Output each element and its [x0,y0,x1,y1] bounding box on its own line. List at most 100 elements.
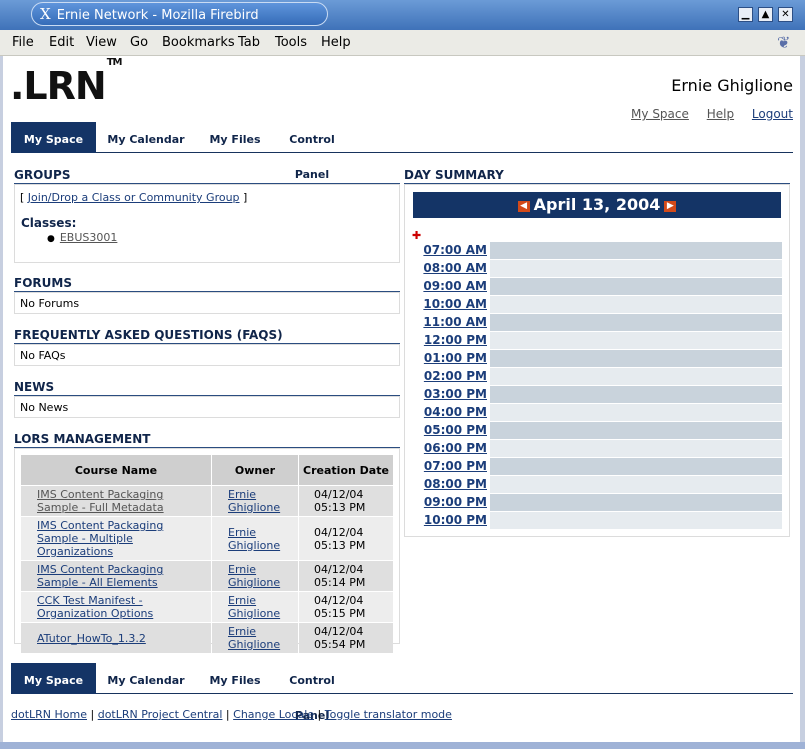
menu-edit[interactable]: Edit [49,35,74,50]
hour-row: 04:00 PM [413,404,782,421]
hour-link[interactable]: 12:00 PM [413,332,489,349]
news-portlet: No News [14,396,400,418]
hour-slot[interactable] [490,350,782,367]
menu-tools[interactable]: Tools [275,35,307,50]
logout-link[interactable]: Logout [752,107,793,121]
menu-go[interactable]: Go [130,35,148,50]
tab-my-files[interactable]: My Files [203,663,267,694]
help-link[interactable]: Help [707,107,734,121]
owner-link[interactable]: Ernie Ghiglione [228,526,280,552]
hour-slot[interactable] [490,440,782,457]
dotlrn-logo: .LRNTM [10,57,122,108]
hour-slot[interactable] [490,476,782,493]
join-drop-link[interactable]: Join/Drop a Class or Community Group [28,191,240,204]
tab-my-space[interactable]: My Space [11,663,96,694]
hour-link[interactable]: 09:00 AM [413,278,489,295]
menu-file[interactable]: File [12,35,34,50]
hour-link[interactable]: 07:00 AM [413,242,489,259]
course-link[interactable]: IMS Content Packaging Sample - Multiple … [37,519,163,558]
hour-link[interactable]: 08:00 AM [413,260,489,277]
hour-link[interactable]: 10:00 PM [413,512,489,529]
class-link-ebus3001[interactable]: EBUS3001 [60,231,118,244]
course-link[interactable]: ATutor_HowTo_1.3.2 [37,632,146,645]
tab-my-files[interactable]: My Files [203,122,267,153]
tab-my-calendar[interactable]: My Calendar [101,663,191,694]
hour-row: 08:00 AM [413,260,782,277]
hour-row: 11:00 AM [413,314,782,331]
menu-view[interactable]: View [86,35,117,50]
hour-slot[interactable] [490,512,782,529]
hour-row: 09:00 AM [413,278,782,295]
maximize-button[interactable]: ▲ [758,7,773,22]
course-link[interactable]: IMS Content Packaging Sample - Full Meta… [37,488,164,514]
hour-link[interactable]: 05:00 PM [413,422,489,439]
footer-toggle-translator[interactable]: Toggle translator mode [325,708,452,721]
footer-links: dotLRN Home | dotLRN Project Central | C… [11,708,452,721]
creation-date: 04/12/04 05:13 PM [299,517,393,560]
owner-link[interactable]: Ernie Ghiglione [228,563,280,589]
footer-dotlrn-home[interactable]: dotLRN Home [11,708,87,721]
hour-row: 10:00 AM [413,296,782,313]
hour-link[interactable]: 09:00 PM [413,494,489,511]
hour-row: 12:00 PM [413,332,782,349]
col-course-name: Course Name [21,455,211,485]
owner-link[interactable]: Ernie Ghiglione [228,488,280,514]
hour-slot[interactable] [490,260,782,277]
creation-date: 04/12/04 05:13 PM [299,486,393,516]
header-links: My Space Help Logout [617,107,793,121]
hour-slot[interactable] [490,368,782,385]
window-title: Ernie Network - Mozilla Firebird [56,8,259,23]
hour-slot[interactable] [490,386,782,403]
day-summary-heading: DAY SUMMARY [404,168,790,184]
hour-row: 01:00 PM [413,350,782,367]
col-owner: Owner [212,455,298,485]
table-row: IMS Content Packaging Sample - Full Meta… [21,486,393,516]
course-link[interactable]: IMS Content Packaging Sample - All Eleme… [37,563,163,589]
hour-link[interactable]: 02:00 PM [413,368,489,385]
tab-my-space[interactable]: My Space [11,122,96,153]
hour-slot[interactable] [490,404,782,421]
menu-bookmarks[interactable]: Bookmarks [162,35,235,50]
hour-slot[interactable] [490,332,782,349]
hour-link[interactable]: 04:00 PM [413,404,489,421]
close-button[interactable]: ✕ [778,7,793,22]
hour-slot[interactable] [490,494,782,511]
footer-project-central[interactable]: dotLRN Project Central [98,708,223,721]
previous-day-icon[interactable]: ◀ [517,201,530,212]
owner-link[interactable]: Ernie Ghiglione [228,625,280,651]
menu-tab[interactable]: Tab [238,35,260,50]
table-row: IMS Content Packaging Sample - Multiple … [21,517,393,560]
hour-row: 06:00 PM [413,440,782,457]
tab-control-panel[interactable]: Control Panel [273,122,351,181]
hour-slot[interactable] [490,422,782,439]
hour-row: 07:00 PM [413,458,782,475]
hour-link[interactable]: 06:00 PM [413,440,489,457]
hour-slot[interactable] [490,458,782,475]
menu-help[interactable]: Help [321,35,351,50]
hour-slot[interactable] [490,296,782,313]
hour-link[interactable]: 03:00 PM [413,386,489,403]
window-frame-left [0,56,3,749]
hour-slot[interactable] [490,242,782,259]
join-suffix: ] [239,191,248,204]
lors-header-row: Course Name Owner Creation Date [21,455,393,485]
owner-link[interactable]: Ernie Ghiglione [228,594,280,620]
news-heading: NEWS [14,380,400,396]
footer-change-locale[interactable]: Change Locale [233,708,314,721]
tab-control-panel[interactable]: Control Panel [273,663,351,722]
tab-my-calendar[interactable]: My Calendar [101,122,191,153]
course-link[interactable]: CCK Test Manifest - Organization Options [37,594,153,620]
add-item-icon[interactable]: ✚ [412,229,421,242]
hour-link[interactable]: 10:00 AM [413,296,489,313]
my-space-link[interactable]: My Space [631,107,689,121]
next-day-icon[interactable]: ▶ [664,201,677,212]
hour-link[interactable]: 11:00 AM [413,314,489,331]
minimize-button[interactable]: ▁ [738,7,753,22]
hour-row: 05:00 PM [413,422,782,439]
hour-slot[interactable] [490,278,782,295]
hour-link[interactable]: 07:00 PM [413,458,489,475]
hour-link[interactable]: 08:00 PM [413,476,489,493]
creation-date: 04/12/04 05:14 PM [299,561,393,591]
hour-link[interactable]: 01:00 PM [413,350,489,367]
hour-slot[interactable] [490,314,782,331]
